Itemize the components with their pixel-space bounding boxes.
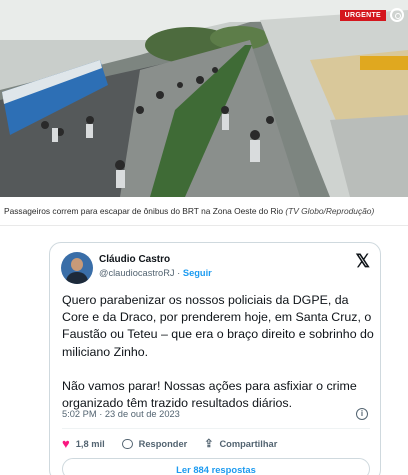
- author-handle-row: @claudiocastroRJ · Seguir: [99, 268, 212, 278]
- tweet-text: Quero parabenizar os nossos policiais da…: [62, 292, 374, 412]
- live-badge: URGENTE: [339, 8, 404, 22]
- tweet-actions: ♥ 1,8 mil Responder ⇪ Compartilhar: [62, 436, 294, 451]
- read-replies-button[interactable]: Ler 884 respostas: [62, 458, 370, 475]
- follow-button[interactable]: Seguir: [183, 268, 212, 278]
- x-logo-icon[interactable]: 𝕏: [355, 252, 370, 270]
- divider: [0, 225, 408, 226]
- share-button[interactable]: ⇪ Compartilhar: [204, 437, 277, 450]
- caption-text: Passageiros correm para escapar de ônibu…: [4, 206, 284, 216]
- handle-separator: ·: [177, 268, 181, 278]
- share-icon: ⇪: [204, 438, 214, 450]
- tweet-paragraph: Quero parabenizar os nossos policiais da…: [62, 293, 374, 359]
- divider: [62, 428, 370, 429]
- brt-station-photo: [0, 0, 408, 197]
- tweet-paragraph: Não vamos parar! Nossas ações para asfix…: [62, 378, 357, 411]
- like-count: 1,8 mil: [75, 438, 105, 449]
- heart-icon: ♥: [62, 436, 70, 451]
- tweet-timestamp[interactable]: 5:02 PM · 23 de out de 2023: [62, 409, 180, 419]
- avatar[interactable]: [61, 252, 93, 284]
- globo-logo-icon: [390, 8, 404, 22]
- photo-caption: Passageiros correm para escapar de ônibu…: [4, 206, 408, 216]
- embedded-tweet[interactable]: Cláudio Castro @claudiocastroRJ · Seguir…: [49, 242, 381, 475]
- reply-icon: [121, 438, 133, 449]
- caption-credit: (TV Globo/Reprodução): [285, 206, 375, 216]
- like-button[interactable]: ♥ 1,8 mil: [62, 436, 105, 451]
- author-name[interactable]: Cláudio Castro: [99, 254, 170, 265]
- info-icon[interactable]: i: [356, 408, 368, 420]
- news-photo: URGENTE: [0, 0, 408, 197]
- share-label: Compartilhar: [219, 438, 278, 449]
- author-handle[interactable]: @claudiocastroRJ: [99, 268, 175, 278]
- urgent-label: URGENTE: [339, 9, 386, 21]
- reply-label: Responder: [138, 438, 188, 449]
- reply-button[interactable]: Responder: [121, 438, 188, 449]
